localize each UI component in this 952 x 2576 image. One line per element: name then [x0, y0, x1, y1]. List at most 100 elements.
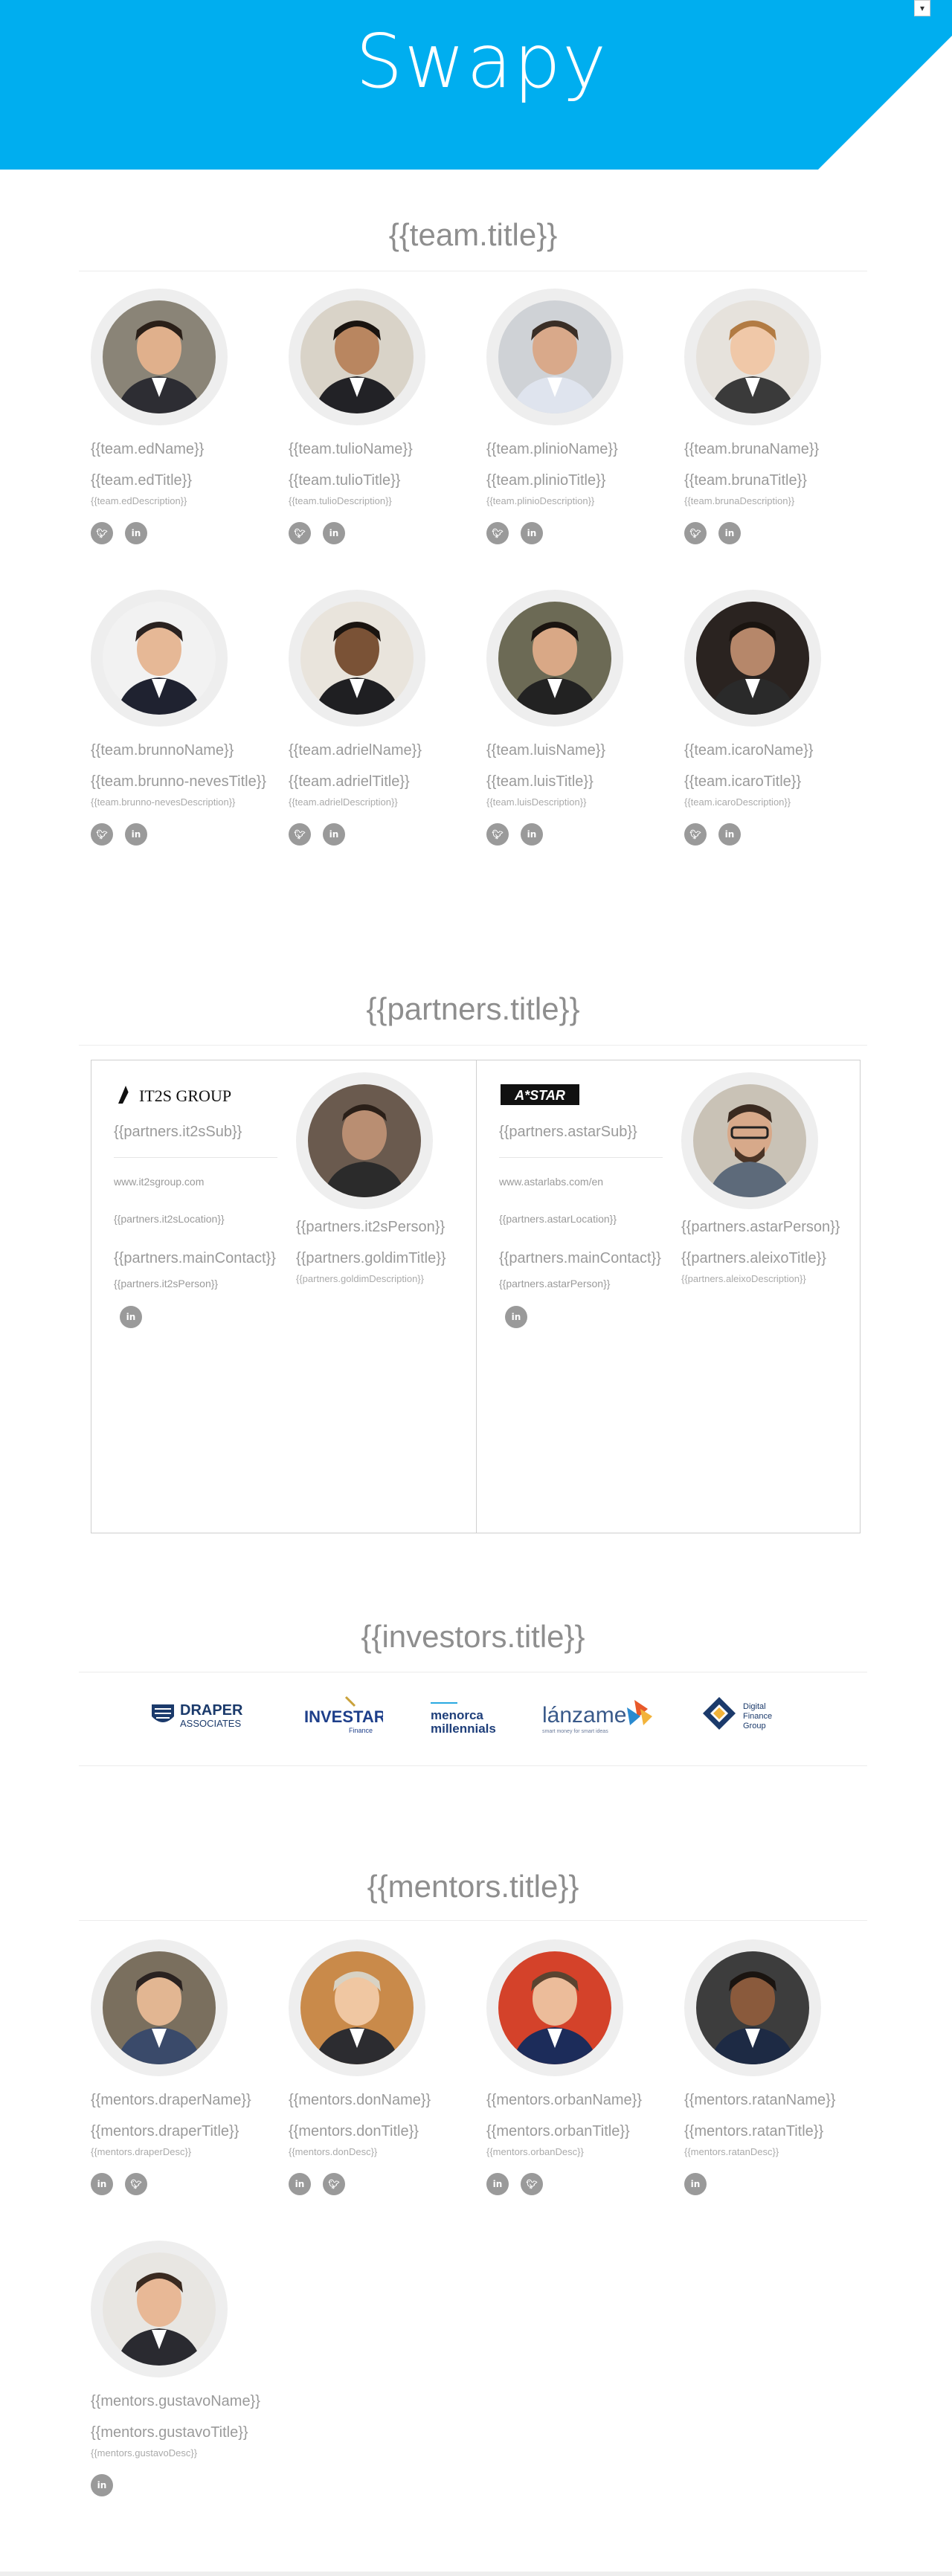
it2s-logo[interactable]: IT2S GROUP: [114, 1081, 263, 1108]
avatar-photo: [498, 300, 611, 413]
linkedin-icon[interactable]: in: [521, 522, 543, 544]
avatar-photo: [300, 602, 414, 715]
site-header: Swapy ▾: [0, 0, 952, 171]
partner-main-contact: {{partners.mainContact}}: [114, 1250, 276, 1266]
linkedin-icon[interactable]: in: [486, 2173, 509, 2195]
team-member-description: {{team.brunaDescription}}: [684, 495, 795, 506]
linkedin-icon[interactable]: in: [91, 2474, 113, 2496]
lanzame-logo-line1: lánzame: [542, 1703, 626, 1727]
avatar-photo: [103, 1951, 216, 2064]
partners-section-title: {{partners.title}}: [366, 991, 580, 1026]
partner-person: {{partners.astarPerson}} {{partners.alei…: [681, 1072, 860, 1285]
mentor-name: {{mentors.gustavoName}}: [91, 2393, 260, 2409]
avatar: [296, 1072, 433, 1209]
social-links: in: [684, 2173, 863, 2195]
team-member-description: {{team.brunno-nevesDescription}}: [91, 796, 236, 808]
linkedin-icon[interactable]: in: [684, 2173, 707, 2195]
menorca-logo-line1: menorca: [431, 1708, 483, 1722]
avatar: [91, 289, 228, 425]
astar-logo-text: A*STAR: [514, 1088, 565, 1103]
team-member-card: {{team.brunaName}} {{team.brunaTitle}} {…: [684, 289, 863, 544]
avatar-photo: [693, 1084, 806, 1197]
avatar-photo: [498, 1951, 611, 2064]
partner-main-contact: {{partners.mainContact}}: [499, 1250, 661, 1266]
team-member-title: {{team.adrielTitle}}: [289, 773, 410, 790]
linkedin-icon[interactable]: in: [125, 823, 147, 846]
partner-divider: [114, 1157, 277, 1158]
twitter-icon[interactable]: 🐦︎: [91, 823, 113, 846]
twitter-icon[interactable]: 🐦︎: [486, 522, 509, 544]
avatar: [486, 289, 623, 425]
dfg-logo-line2: Finance: [743, 1712, 772, 1721]
menorca-millennials-logo[interactable]: menorca millennials: [428, 1687, 509, 1746]
linkedin-icon[interactable]: in: [718, 823, 741, 846]
linkedin-icon[interactable]: in: [323, 522, 345, 544]
mentor-card: {{mentors.orbanName}} {{mentors.orbanTit…: [486, 1939, 665, 2195]
social-links: 🐦︎ in: [684, 522, 863, 544]
twitter-icon[interactable]: 🐦︎: [521, 2173, 543, 2195]
lanzame-logo[interactable]: lánzame smart money for smart ideas: [539, 1687, 658, 1746]
twitter-icon[interactable]: 🐦︎: [323, 2173, 345, 2195]
team-member-name: {{team.brunnoName}}: [91, 742, 234, 759]
social-links: in 🐦︎: [486, 2173, 665, 2195]
mentor-description: {{mentors.draperDesc}}: [91, 2146, 192, 2157]
mentor-title: {{mentors.draperTitle}}: [91, 2123, 239, 2139]
mentor-name: {{mentors.draperName}}: [91, 2092, 251, 2108]
twitter-icon[interactable]: 🐦︎: [486, 823, 509, 846]
avatar: [91, 590, 228, 727]
mentor-title: {{mentors.gustavoTitle}}: [91, 2424, 248, 2441]
avatar: [684, 590, 821, 727]
team-member-card: {{team.brunnoName}} {{team.brunno-nevesT…: [91, 590, 269, 846]
team-member-description: {{team.adrielDescription}}: [289, 796, 398, 808]
avatar-photo: [103, 602, 216, 715]
team-member-title: {{team.brunno-nevesTitle}}: [91, 773, 267, 790]
twitter-icon[interactable]: 🐦︎: [684, 823, 707, 846]
lanzame-logo-line2: smart money for smart ideas: [542, 1729, 608, 1734]
footer-bar: [0, 2572, 952, 2576]
digital-finance-group-logo[interactable]: Digital Finance Group: [703, 1687, 792, 1746]
twitter-icon[interactable]: 🐦︎: [125, 2173, 147, 2195]
avatar-photo: [696, 602, 809, 715]
partner-url[interactable]: www.it2sgroup.com: [114, 1176, 204, 1188]
investar-logo[interactable]: INVESTAR Finance: [301, 1687, 386, 1746]
partner-location: {{partners.it2sLocation}}: [114, 1213, 225, 1225]
team-member-description: {{team.plinioDescription}}: [486, 495, 595, 506]
twitter-icon[interactable]: 🐦︎: [684, 522, 707, 544]
linkedin-icon[interactable]: in: [289, 2173, 311, 2195]
team-member-card: {{team.icaroName}} {{team.icaroTitle}} {…: [684, 590, 863, 846]
linkedin-icon[interactable]: in: [91, 2173, 113, 2195]
partner-url[interactable]: www.astarlabs.com/en: [499, 1176, 603, 1188]
social-links: 🐦︎ in: [91, 522, 269, 544]
linkedin-icon[interactable]: in: [323, 823, 345, 846]
team-member-title: {{team.plinioTitle}}: [486, 472, 606, 489]
draper-associates-logo[interactable]: DRAPER ASSOCIATES: [149, 1687, 260, 1746]
partners-divider: [79, 1045, 867, 1046]
linkedin-icon[interactable]: in: [125, 522, 147, 544]
linkedin-icon[interactable]: in: [505, 1306, 527, 1328]
twitter-icon[interactable]: 🐦︎: [289, 823, 311, 846]
avatar-photo: [696, 1951, 809, 2064]
avatar: [289, 289, 425, 425]
team-member-title: {{team.edTitle}}: [91, 472, 193, 489]
social-links: 🐦︎ in: [486, 522, 665, 544]
swapy-logo[interactable]: Swapy: [356, 13, 606, 110]
twitter-icon[interactable]: 🐦︎: [91, 522, 113, 544]
social-links: in 🐦︎: [91, 2173, 269, 2195]
mentor-name: {{mentors.donName}}: [289, 2092, 431, 2108]
linkedin-icon[interactable]: in: [521, 823, 543, 846]
team-section-title: {{team.title}}: [388, 217, 558, 252]
astar-logo[interactable]: A*STAR: [499, 1081, 581, 1108]
twitter-icon[interactable]: 🐦︎: [289, 522, 311, 544]
mentor-description: {{mentors.gustavoDesc}}: [91, 2447, 198, 2459]
team-member-description: {{team.edDescription}}: [91, 495, 187, 506]
team-member-description: {{team.luisDescription}}: [486, 796, 587, 808]
avatar-photo: [498, 602, 611, 715]
team-member-name: {{team.plinioName}}: [486, 441, 618, 457]
language-toggle[interactable]: ▾: [914, 0, 930, 16]
mentors-section-title: {{mentors.title}}: [367, 1869, 579, 1904]
linkedin-icon[interactable]: in: [120, 1306, 142, 1328]
partner-subtitle: {{partners.it2sSub}}: [114, 1124, 242, 1140]
linkedin-icon[interactable]: in: [718, 522, 741, 544]
partner-card-it2s: IT2S GROUP {{partners.it2sSub}} www.it2s…: [91, 1060, 476, 1533]
team-member-name: {{team.adrielName}}: [289, 742, 422, 759]
